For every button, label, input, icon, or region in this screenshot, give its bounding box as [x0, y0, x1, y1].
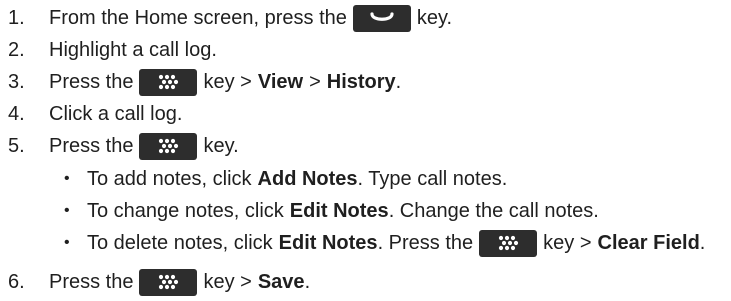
step-text: From the Home screen, press the key.	[49, 4, 452, 32]
step-text: Click a call log.	[49, 102, 183, 125]
menu-key-icon	[139, 268, 198, 296]
bullet-icon: •	[64, 170, 70, 187]
step-number: 6.	[8, 270, 25, 293]
step-text: Press the key > View > History.	[49, 68, 401, 96]
step-number: 3.	[8, 70, 25, 93]
step-text: Press the key > Save.	[49, 268, 310, 296]
step-number: 1.	[8, 6, 25, 29]
step-number: 2.	[8, 38, 25, 61]
menu-key-icon	[139, 132, 198, 160]
step-number: 4.	[8, 102, 25, 125]
end-call-key-icon	[352, 4, 411, 32]
bullet-icon: •	[64, 202, 70, 219]
step-number: 5.	[8, 134, 25, 157]
sub-step-text: To delete notes, click Edit Notes. Press…	[87, 229, 705, 257]
menu-key-icon	[139, 68, 198, 96]
step-text: Highlight a call log.	[49, 38, 217, 61]
sub-step-text: To change notes, click Edit Notes. Chang…	[87, 199, 599, 222]
sub-step-text: To add notes, click Add Notes. Type call…	[87, 167, 508, 190]
menu-key-icon	[479, 229, 538, 257]
bullet-icon: •	[64, 234, 70, 251]
step-text: Press the key.	[49, 132, 239, 160]
